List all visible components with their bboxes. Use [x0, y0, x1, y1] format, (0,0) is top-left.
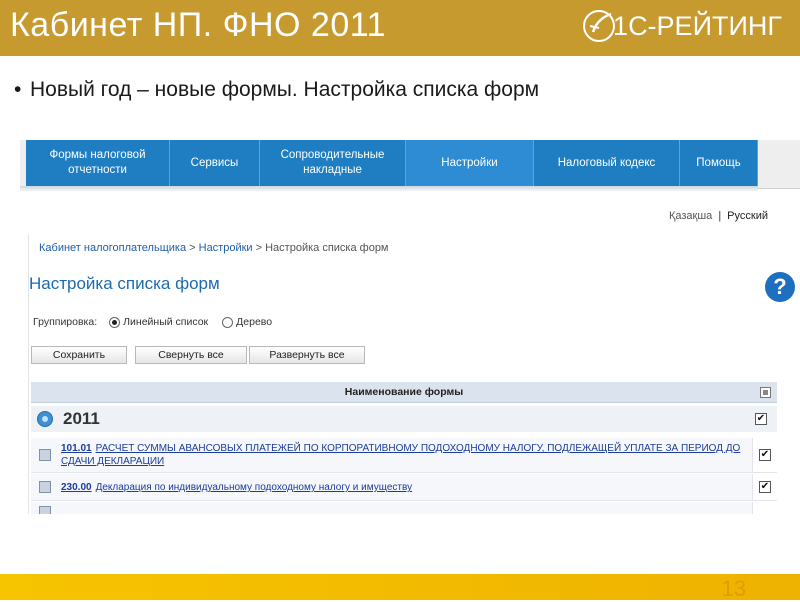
bullet-text: Новый год – новые формы. Настройка списк…	[30, 78, 540, 101]
collapse-all-button[interactable]: Свернуть все	[135, 346, 247, 364]
language-switch: Қазақша | Русский	[669, 210, 768, 222]
document-icon	[39, 481, 51, 493]
select-all-checkbox[interactable]	[760, 387, 771, 398]
forms-table-header: Наименование формы	[31, 382, 777, 403]
document-icon	[39, 449, 51, 461]
nav-item-services[interactable]: Сервисы	[170, 140, 260, 186]
table-row: 101.01 РАСЧЕТ СУММЫ АВАНСОВЫХ ПЛАТЕЖЕЙ ПО…	[31, 438, 777, 473]
radio-tree-label[interactable]: Дерево	[236, 316, 272, 328]
document-icon	[39, 506, 51, 514]
radio-tree[interactable]	[222, 316, 234, 328]
breadcrumb: Кабинет налогоплательщика > Настройки > …	[39, 242, 389, 254]
breadcrumb-root-link[interactable]: Кабинет налогоплательщика	[39, 242, 186, 254]
row-checkbox[interactable]: ✔	[759, 449, 771, 461]
form-code[interactable]: 230.00	[61, 482, 92, 493]
nav-item-help[interactable]: Помощь	[680, 140, 758, 186]
save-button[interactable]: Сохранить	[31, 346, 127, 364]
expand-all-button[interactable]: Развернуть все	[249, 346, 365, 364]
grouping-label: Группировка:	[33, 316, 98, 328]
slide-footer	[0, 574, 800, 600]
logo-text: 1С-РЕЙТИНГ	[613, 10, 782, 41]
radio-linear-list[interactable]	[109, 316, 121, 328]
app-screenshot: Формы налоговой отчетности Сервисы Сопро…	[20, 136, 800, 514]
slide-header: Кабинет НП. ФНО 2011 1С-РЕЙТИНГ	[0, 0, 800, 56]
nav-item-settings[interactable]: Настройки	[406, 140, 534, 186]
year-group-checkbox[interactable]: ✔	[755, 413, 767, 425]
row-checkbox-cell: ✔	[752, 474, 777, 500]
lang-kazakh-link[interactable]: Қазақша	[669, 210, 712, 222]
breadcrumb-current: Настройка списка форм	[265, 242, 389, 254]
row-checkbox-cell	[752, 502, 777, 514]
year-group-row[interactable]: 2011 ✔	[31, 406, 777, 432]
form-code[interactable]: 101.01	[61, 443, 92, 454]
table-row: 230.00 Декларация по индивидуальному подо…	[31, 474, 777, 501]
slide-title: Кабинет НП. ФНО 2011	[10, 6, 387, 44]
lang-separator: |	[718, 210, 722, 222]
logo: 1С-РЕЙТИНГ	[579, 6, 782, 46]
row-checkbox-cell: ✔	[752, 438, 777, 472]
nav-item-tax-code[interactable]: Налоговый кодекс	[534, 140, 680, 186]
expand-group-icon[interactable]	[37, 411, 53, 427]
nav-shadow	[20, 186, 758, 191]
column-header-form-name: Наименование формы	[344, 386, 464, 398]
lang-russian-link[interactable]: Русский	[727, 210, 768, 222]
page-title: Настройка списка форм	[29, 274, 220, 293]
nav-item-waybills[interactable]: Сопроводительные накладные	[260, 140, 406, 186]
radio-linear-list-label[interactable]: Линейный список	[123, 316, 208, 328]
bullet-icon: •	[14, 78, 22, 101]
settings-page: Кабинет налогоплательщика > Настройки > …	[28, 234, 800, 514]
bullet-point: • Новый год – новые формы. Настройка спис…	[14, 78, 539, 102]
breadcrumb-sep: >	[186, 242, 199, 254]
table-row	[31, 502, 777, 514]
page-number: 13	[721, 576, 746, 601]
row-checkbox[interactable]: ✔	[759, 481, 771, 493]
form-link[interactable]: 230.00 Декларация по индивидуальному подо…	[61, 481, 741, 494]
breadcrumb-sep: >	[252, 242, 266, 254]
help-icon[interactable]: ?	[765, 272, 795, 302]
grouping-selector: Группировка: Линейный список Дерево	[33, 316, 272, 328]
nav-item-tax-forms[interactable]: Формы налоговой отчетности	[26, 140, 170, 186]
form-name[interactable]: Декларация по индивидуальному подоходном…	[96, 482, 412, 493]
form-name[interactable]: РАСЧЕТ СУММЫ АВАНСОВЫХ ПЛАТЕЖЕЙ ПО КОРПО…	[61, 443, 740, 467]
breadcrumb-settings-link[interactable]: Настройки	[199, 242, 253, 254]
main-nav: Формы налоговой отчетности Сервисы Сопро…	[20, 140, 800, 191]
form-link[interactable]: 101.01 РАСЧЕТ СУММЫ АВАНСОВЫХ ПЛАТЕЖЕЙ ПО…	[61, 442, 741, 468]
year-group-label: 2011	[63, 409, 100, 428]
